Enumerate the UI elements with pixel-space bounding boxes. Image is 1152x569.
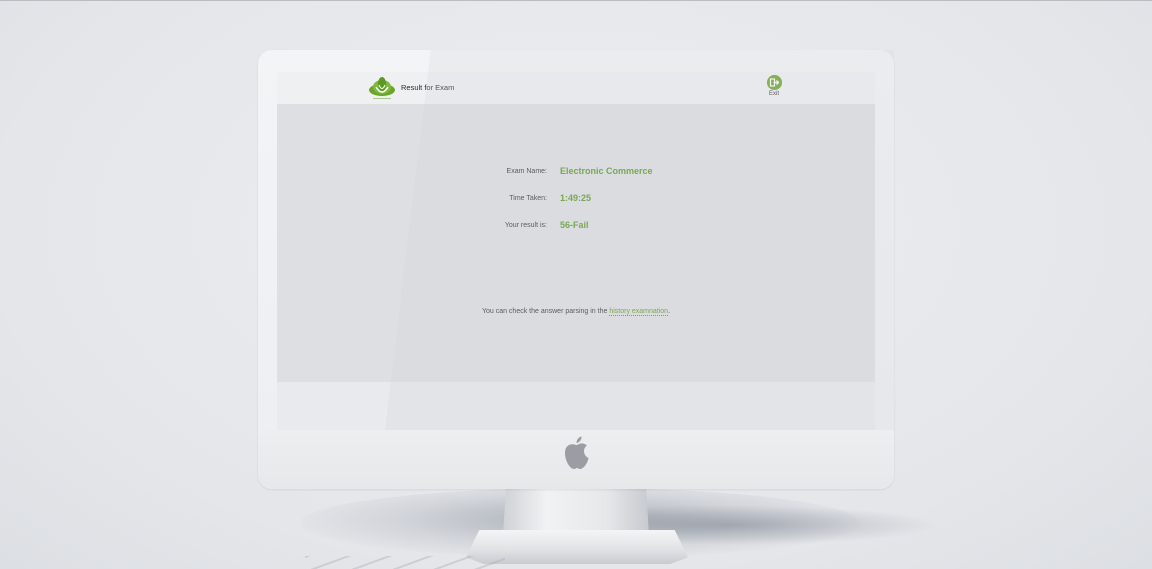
hint-prefix: You can check the answer parsing in the	[481, 308, 610, 315]
page-title: Result for Exam	[401, 83, 455, 92]
monitor-stand-neck	[503, 486, 649, 536]
exit-label: Exit	[768, 91, 779, 97]
lotus-logo-icon	[369, 77, 395, 99]
history-examination-link[interactable]: history examnation	[609, 308, 669, 316]
top-border-line	[0, 0, 1152, 1]
hint-suffix: .	[668, 308, 671, 315]
exit-button[interactable]: Exit	[764, 75, 784, 101]
time-taken-row: Time Taken: 1:49:25	[277, 192, 875, 206]
time-taken-value: 1:49:25	[560, 193, 592, 203]
result-label: Your result is:	[504, 222, 547, 229]
result-row: Your result is: 56-Fail	[277, 219, 875, 233]
result-panel: Exam Name: Electronic Commerce Time Take…	[277, 104, 875, 382]
mockup-stage: Result for Exam Exit Exam Name: Electron…	[0, 0, 1152, 569]
keyboard-edge	[305, 556, 505, 569]
time-taken-label: Time Taken:	[509, 195, 547, 202]
history-hint: You can check the answer parsing in the …	[277, 308, 875, 316]
exam-name-value: Electronic Commerce	[560, 166, 653, 176]
imac-frame: Result for Exam Exit Exam Name: Electron…	[258, 50, 894, 489]
screen-footer-area	[277, 382, 875, 430]
exam-name-row: Exam Name: Electronic Commerce	[277, 165, 875, 179]
app-screen: Result for Exam Exit Exam Name: Electron…	[277, 72, 875, 430]
exam-name-label: Exam Name:	[506, 168, 547, 175]
result-value: 56-Fail	[560, 220, 589, 230]
exit-arrow-icon	[766, 75, 782, 90]
apple-logo-icon	[565, 436, 589, 469]
app-header: Result for Exam Exit	[277, 72, 875, 104]
imac-chin	[258, 430, 894, 489]
